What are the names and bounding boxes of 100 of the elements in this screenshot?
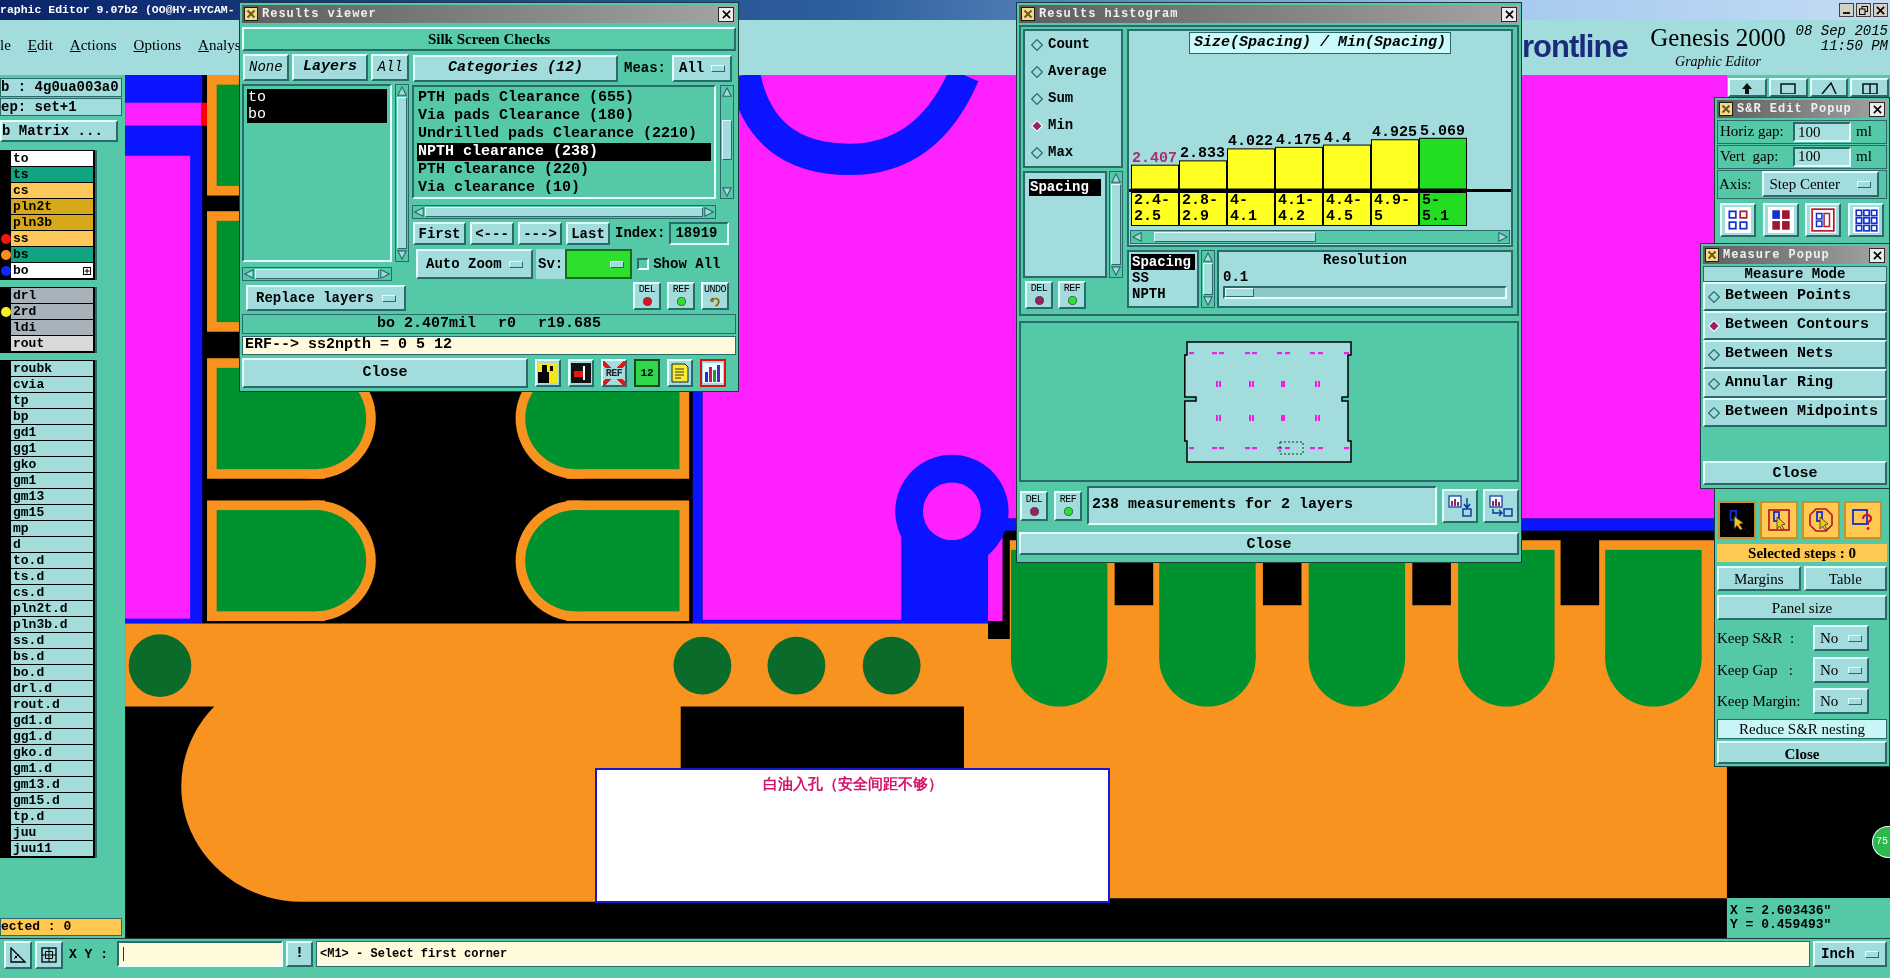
layer-row[interactable]: gm13: [11, 489, 93, 505]
index-field[interactable]: 18919: [669, 222, 730, 245]
category-list-item[interactable]: PTH clearance (220): [417, 161, 711, 179]
layer-row[interactable]: rout.d: [11, 697, 93, 713]
layer-row[interactable]: ss.d: [11, 633, 93, 649]
scroll-right-arrow-icon[interactable]: [704, 207, 714, 217]
gap-input[interactable]: 100: [1793, 121, 1851, 142]
scroll-left-arrow-icon[interactable]: [414, 207, 424, 217]
action-button[interactable]: REF: [1054, 490, 1082, 521]
layer-row[interactable]: gd1: [11, 425, 93, 441]
layer-row[interactable]: juu11: [11, 841, 93, 857]
vertical-scrollbar[interactable]: [720, 85, 734, 199]
action-button[interactable]: DEL: [1020, 490, 1048, 521]
option-button[interactable]: Table: [1803, 566, 1887, 591]
resolution-slider[interactable]: [1223, 286, 1507, 299]
layer-row[interactable]: ts: [11, 167, 93, 183]
grid-tool-button[interactable]: [35, 941, 63, 969]
layer-row[interactable]: cvia: [11, 377, 93, 393]
layer-row[interactable]: ts.d: [11, 569, 93, 585]
layer-row[interactable]: gg1.d: [11, 729, 93, 745]
layer-row[interactable]: gko: [11, 457, 93, 473]
scroll-up-arrow-icon[interactable]: [1111, 173, 1121, 183]
layer-row[interactable]: gko.d: [11, 745, 93, 761]
measure-mode-option[interactable]: Between Contours: [1703, 311, 1887, 340]
vertical-scrollbar[interactable]: [1109, 171, 1123, 278]
severity-color-dropdown[interactable]: [565, 249, 633, 279]
close-button[interactable]: Close: [1019, 532, 1519, 555]
layer-row[interactable]: bo: [11, 263, 93, 279]
toolbar-button[interactable]: [1768, 78, 1808, 97]
layer-row[interactable]: cs.d: [11, 585, 93, 601]
layer-row[interactable]: gg1: [11, 441, 93, 457]
close-button[interactable]: [1873, 3, 1888, 17]
all-button[interactable]: All: [371, 54, 409, 81]
horizontal-scrollbar[interactable]: [1130, 230, 1510, 244]
command-field[interactable]: ERF--> ss2npth = 0 5 12: [242, 336, 736, 355]
scroll-left-arrow-icon[interactable]: [244, 269, 254, 279]
layer-row[interactable]: gd1.d: [11, 713, 93, 729]
layout-button[interactable]: [1762, 203, 1799, 238]
toolbar-button[interactable]: [1809, 78, 1849, 97]
action-button[interactable]: UNDO: [701, 282, 729, 310]
layer-row[interactable]: pln2t: [11, 199, 93, 215]
slider-thumb[interactable]: [1225, 288, 1254, 297]
navigation-button[interactable]: --->: [518, 222, 562, 245]
menu-item[interactable]: le: [0, 35, 11, 55]
categories-button[interactable]: Categories (12): [413, 55, 618, 82]
layer-list-item[interactable]: SS: [1131, 270, 1195, 286]
close-button[interactable]: [1869, 247, 1885, 263]
layer-row[interactable]: gm1: [11, 473, 93, 489]
layer-row[interactable]: gm13.d: [11, 777, 93, 793]
layer-list-item[interactable]: NPTH: [1131, 286, 1195, 302]
measure-mode-option[interactable]: Between Points: [1703, 282, 1887, 311]
navigation-button[interactable]: <---: [470, 222, 514, 245]
layer-list-item[interactable]: Spacing: [1131, 254, 1195, 270]
cursor-tool-button[interactable]: [1802, 501, 1840, 539]
category-list-item[interactable]: PTH pads Clearance (655): [417, 89, 711, 107]
layer-row[interactable]: 2rd: [11, 304, 93, 320]
histogram-bar[interactable]: [1323, 144, 1371, 189]
layout-button[interactable]: [1805, 203, 1842, 238]
none-button[interactable]: None: [243, 54, 289, 81]
layer-row[interactable]: bs.d: [11, 649, 93, 665]
layer-row[interactable]: to.d: [11, 553, 93, 569]
restore-button[interactable]: [1856, 3, 1871, 17]
xy-input-field[interactable]: [117, 941, 283, 967]
histogram-tool-button[interactable]: [1442, 488, 1478, 523]
layer-row[interactable]: tp: [11, 393, 93, 409]
function-radio[interactable]: Min: [1025, 112, 1121, 139]
measure-tool-button[interactable]: [4, 941, 32, 969]
panel-size-button[interactable]: Panel size: [1717, 595, 1887, 620]
axis-dropdown[interactable]: Step Center: [1761, 171, 1879, 198]
scroll-right-arrow-icon[interactable]: [380, 269, 390, 279]
layout-button[interactable]: [1720, 203, 1756, 238]
category-list-item[interactable]: Via pads Clearance (180): [417, 107, 711, 125]
action-button[interactable]: REF: [667, 282, 695, 310]
window-menu-icon[interactable]: [1021, 7, 1035, 21]
zoom-mode-dropdown[interactable]: Auto Zoom: [416, 249, 533, 279]
layer-row[interactable]: gm15: [11, 505, 93, 521]
window-menu-icon[interactable]: [1705, 248, 1719, 262]
histogram-bar[interactable]: [1179, 160, 1227, 189]
category-list-item[interactable]: Via clearance (10): [417, 179, 711, 197]
toolbar-button[interactable]: [1850, 78, 1889, 97]
layer-row[interactable]: d: [11, 537, 93, 553]
category-list-item[interactable]: Undrilled pads Clearance (2210): [417, 125, 711, 143]
keep-option-dropdown[interactable]: No: [1813, 688, 1869, 714]
histogram-tool-button[interactable]: [1483, 488, 1519, 523]
layer-row[interactable]: roubk: [11, 361, 93, 377]
scroll-down-arrow-icon[interactable]: [722, 187, 732, 197]
layer-row[interactable]: ss: [11, 231, 93, 247]
checkbox[interactable]: [637, 258, 650, 270]
reduce-nesting-button[interactable]: Reduce S&R nesting: [1717, 719, 1887, 739]
layer-row[interactable]: bp: [11, 409, 93, 425]
layer-row[interactable]: bo.d: [11, 665, 93, 681]
menu-item[interactable]: Actions: [69, 35, 117, 55]
layer-row[interactable]: drl: [11, 288, 93, 304]
layer-row[interactable]: drl.d: [11, 681, 93, 697]
vertical-scrollbar[interactable]: [395, 84, 409, 262]
horizontal-scrollbar[interactable]: [242, 267, 392, 281]
close-button[interactable]: [1869, 101, 1885, 117]
histogram-bar[interactable]: [1371, 139, 1419, 189]
action-button[interactable]: DEL: [1025, 281, 1053, 309]
layer-row[interactable]: pln2t.d: [11, 601, 93, 617]
